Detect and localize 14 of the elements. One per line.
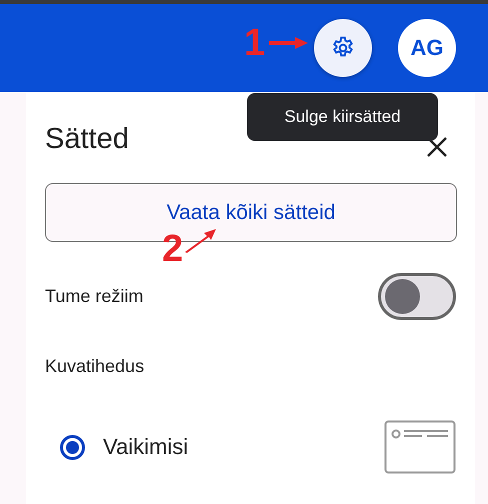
annotation-arrow — [183, 228, 218, 254]
close-icon[interactable] — [426, 136, 448, 158]
radio-button[interactable] — [60, 434, 85, 460]
avatar-button[interactable]: AG — [398, 19, 456, 77]
annotation-arrow — [269, 36, 310, 50]
tooltip: Sulge kiirsätted — [247, 93, 438, 141]
panel-title: Sätted — [45, 123, 129, 156]
option-label: Vaikimisi — [103, 434, 188, 460]
layout-icon — [384, 420, 456, 474]
dark-mode-label: Tume režiim — [45, 286, 144, 307]
dark-mode-toggle[interactable] — [378, 273, 456, 320]
annotation-number: 1 — [244, 22, 266, 64]
density-heading: Kuvatihedus — [45, 356, 146, 377]
settings-button[interactable] — [314, 19, 372, 77]
